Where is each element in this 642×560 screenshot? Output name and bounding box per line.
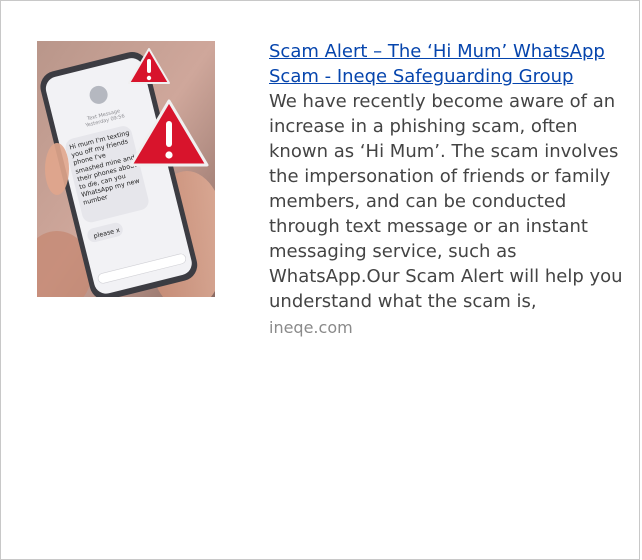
thumbnail-image: Text Message Yesterday 09:56 Hi mum I'm … bbox=[37, 41, 215, 297]
result-text-column: Scam Alert – The ‘Hi Mum’ WhatsApp Scam … bbox=[269, 39, 625, 340]
result-description: We have recently become aware of an incr… bbox=[269, 91, 623, 312]
result-source: ineqe.com bbox=[269, 318, 353, 337]
result-title-link[interactable]: Scam Alert – The ‘Hi Mum’ WhatsApp Scam … bbox=[269, 39, 625, 89]
result-thumbnail[interactable]: Text Message Yesterday 09:56 Hi mum I'm … bbox=[37, 41, 215, 297]
search-result-card: Text Message Yesterday 09:56 Hi mum I'm … bbox=[0, 0, 640, 560]
